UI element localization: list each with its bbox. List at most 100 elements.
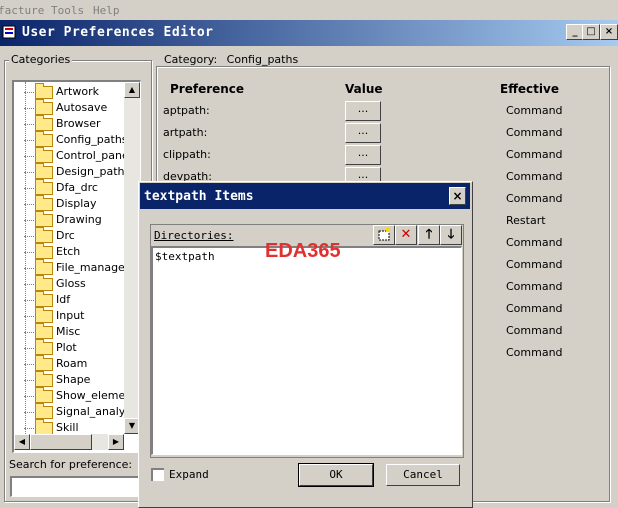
effective-value: Command <box>506 258 563 271</box>
tree-item[interactable]: Dfa_drc <box>14 179 134 196</box>
tree-item[interactable]: Show_elemen <box>14 387 134 404</box>
scroll-right-icon[interactable]: ▶ <box>108 434 124 450</box>
expand-label: Expand <box>169 468 209 481</box>
folder-icon <box>35 291 53 307</box>
watermark: EDA365 <box>265 240 341 262</box>
tree-item[interactable]: Artwork <box>14 83 134 100</box>
dialog-title-bar: textpath Items × <box>140 183 470 209</box>
folder-icon <box>35 243 53 259</box>
tree-item[interactable]: Etch <box>14 243 134 260</box>
directories-list[interactable]: $textpath <box>151 246 462 455</box>
tree-branch-line <box>24 204 34 205</box>
search-input[interactable] <box>10 476 140 497</box>
tree-branch-line <box>24 316 34 317</box>
main-title-bar: User Preferences Editor _ □ × <box>0 20 618 46</box>
move-up-button[interactable]: 🡑 <box>418 225 440 245</box>
tree-branch-line <box>24 140 34 141</box>
tree-item[interactable]: Browser <box>14 115 134 132</box>
tree-item[interactable]: Misc <box>14 323 134 340</box>
folder-icon <box>35 259 53 275</box>
tree-item[interactable]: Design_paths <box>14 163 134 180</box>
categories-label: Categories <box>9 53 73 66</box>
effective-value: Command <box>506 104 563 117</box>
tree-item-label: Plot <box>56 341 77 354</box>
tree-item[interactable]: Autosave <box>14 99 134 116</box>
tree-horizontal-scrollbar[interactable]: ◀ ▶ <box>14 434 124 450</box>
scroll-thumb[interactable] <box>30 434 92 450</box>
new-item-icon <box>378 228 390 241</box>
tree-branch-line <box>24 124 34 125</box>
scroll-up-icon[interactable]: ▲ <box>124 82 140 98</box>
category-tree[interactable]: Artwork Autosave Browser Config_paths Contro… <box>12 80 141 453</box>
preference-name: aptpath: <box>163 104 210 117</box>
folder-icon <box>35 227 53 243</box>
dialog-close-button[interactable]: × <box>449 187 466 205</box>
cancel-button[interactable]: Cancel <box>386 464 460 486</box>
tree-item[interactable]: Idf <box>14 291 134 308</box>
folder-icon <box>35 387 53 403</box>
tree-branch-line <box>24 188 34 189</box>
value-browse-button[interactable]: ... <box>345 145 381 165</box>
folder-icon <box>35 403 53 419</box>
effective-header: Effective <box>500 82 559 96</box>
folder-icon <box>35 163 53 179</box>
expand-checkbox[interactable] <box>151 468 164 481</box>
folder-icon <box>35 307 53 323</box>
ok-button[interactable]: OK <box>298 463 374 487</box>
tree-branch-line <box>24 252 34 253</box>
value-browse-button[interactable]: ... <box>345 123 381 143</box>
tree-item[interactable]: Drc <box>14 227 134 244</box>
tree-item-label: Input <box>56 309 85 322</box>
tree-item[interactable]: Signal_analysi <box>14 403 134 420</box>
tree-item[interactable]: File_managem <box>14 259 136 276</box>
folder-icon <box>35 339 53 355</box>
tree-item-label: Browser <box>56 117 101 130</box>
tree-item[interactable]: Control_panel <box>14 147 134 164</box>
tree-item[interactable]: Gloss <box>14 275 134 292</box>
tree-item[interactable]: Shape <box>14 371 134 388</box>
effective-value: Command <box>506 148 563 161</box>
tree-item[interactable]: Drawing <box>14 211 134 228</box>
category-panel-label: Category: Config_paths <box>162 53 301 66</box>
folder-icon <box>35 371 53 387</box>
effective-value: Command <box>506 126 563 139</box>
window-title: User Preferences Editor <box>22 25 214 40</box>
new-item-button[interactable] <box>373 225 395 245</box>
tree-branch-line <box>24 396 34 397</box>
tree-item[interactable]: Config_paths <box>14 131 134 148</box>
delete-icon: ✕ <box>400 227 412 242</box>
tree-branch-line <box>24 428 34 429</box>
folder-icon <box>35 355 53 371</box>
tree-item-label: Skill <box>56 421 79 434</box>
tree-item[interactable]: Display <box>14 195 134 212</box>
tree-branch-line <box>24 348 34 349</box>
tree-item[interactable]: Plot <box>14 339 134 356</box>
tree-item-label: Idf <box>56 293 71 306</box>
tree-branch-line <box>24 332 34 333</box>
menu-item-tools[interactable]: Tools <box>51 4 84 17</box>
search-label: Search for preference: <box>9 458 133 471</box>
delete-item-button[interactable]: ✕ <box>395 225 417 245</box>
menu-item-manufacture[interactable]: facture <box>0 4 44 17</box>
tree-item[interactable]: Roam <box>14 355 134 372</box>
directory-item[interactable]: $textpath <box>155 250 215 263</box>
effective-value: Command <box>506 324 563 337</box>
move-down-button[interactable]: 🡓 <box>440 225 462 245</box>
folder-icon <box>35 115 53 131</box>
directories-label: Directories: <box>154 229 234 242</box>
effective-value: Command <box>506 280 563 293</box>
tree-item-label: Gloss <box>56 277 86 290</box>
tree-branch-line <box>24 172 34 173</box>
tree-item-label: Drc <box>56 229 75 242</box>
tree-item-label: Control_panel <box>56 149 132 162</box>
tree-item-label: Shape <box>56 373 91 386</box>
close-button[interactable]: × <box>600 24 618 40</box>
scroll-left-icon[interactable]: ◀ <box>14 434 30 450</box>
menu-item-help[interactable]: Help <box>93 4 120 17</box>
tree-branch-line <box>24 380 34 381</box>
effective-value: Command <box>506 302 563 315</box>
value-browse-button[interactable]: ... <box>345 101 381 121</box>
tree-item[interactable]: Input <box>14 307 134 324</box>
maximize-button[interactable]: □ <box>582 24 600 40</box>
tree-branch-line <box>24 236 34 237</box>
